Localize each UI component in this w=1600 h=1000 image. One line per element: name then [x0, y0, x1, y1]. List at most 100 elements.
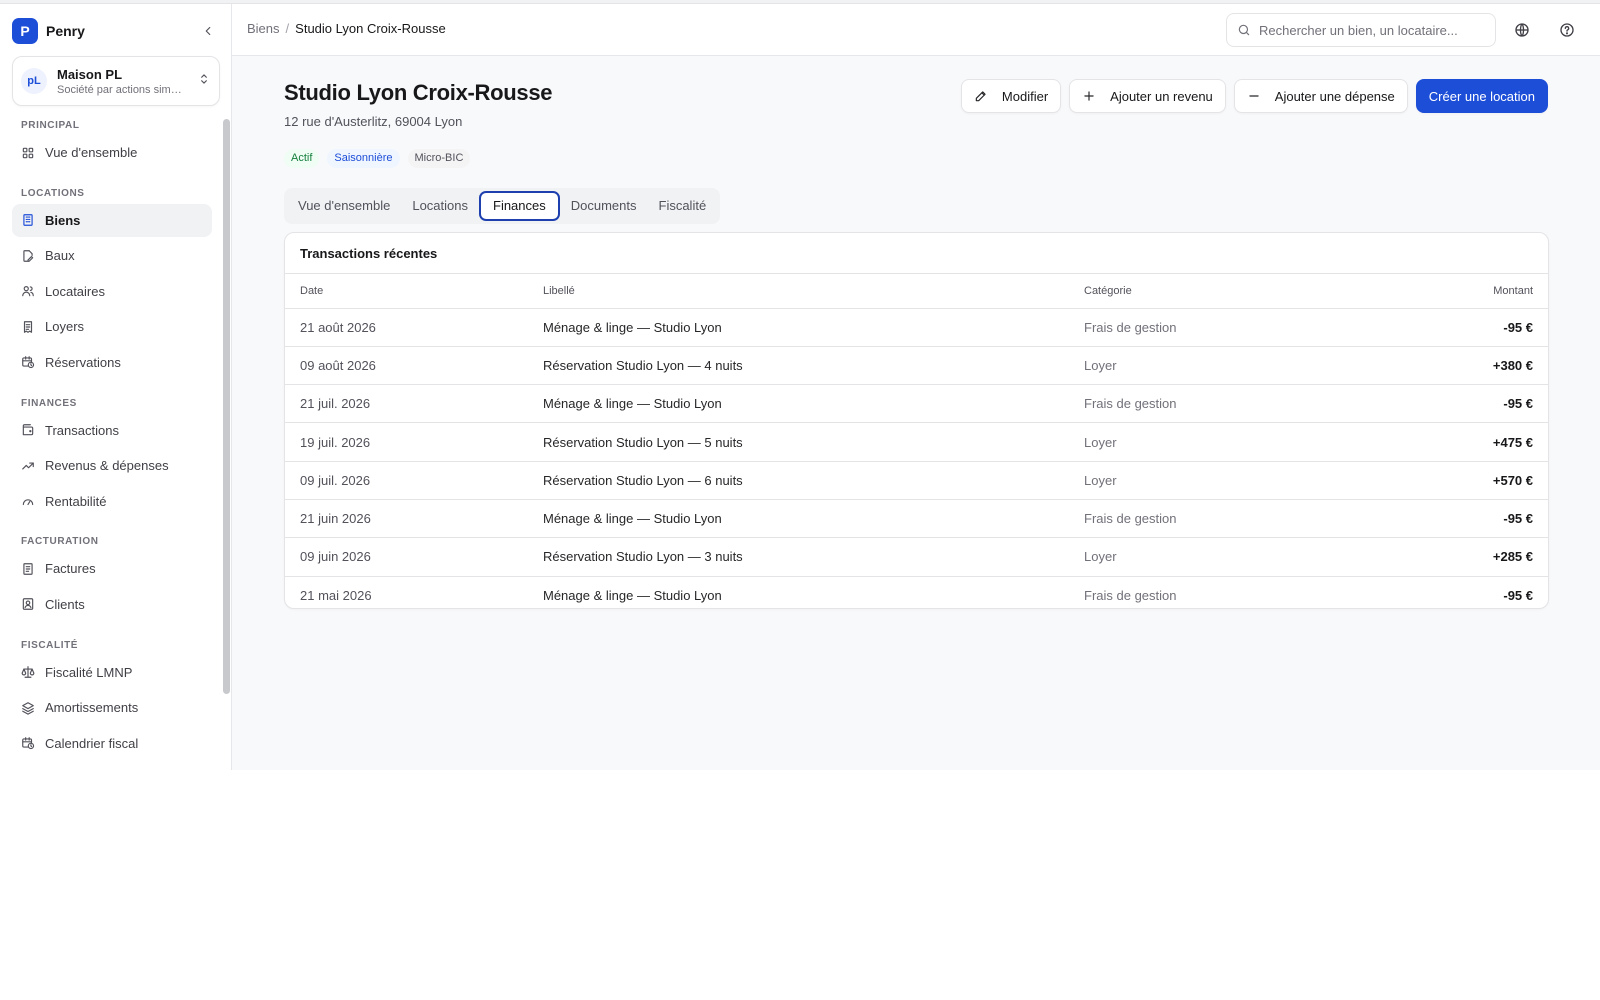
nav-section-title: FACTURATION [21, 536, 99, 548]
property-address: 12 rue d'Austerlitz, 69004 Lyon [284, 114, 463, 129]
brand-logo: P [12, 18, 38, 44]
nav-section-title: FISCALITÉ [21, 639, 79, 651]
sidebar-item-factures[interactable]: Factures [12, 552, 212, 585]
table-row[interactable]: 21 juin 2026 Ménage & linge — Studio Lyon… [285, 499, 1548, 539]
sidebar-item-rentabilite[interactable]: Rentabilité [12, 485, 212, 518]
sidebar-item-fiscalite-lmnp[interactable]: Fiscalité LMNP [12, 656, 212, 689]
sidebar-item-label: Revenus & dépenses [45, 458, 169, 474]
sidebar-item-baux[interactable]: Baux [12, 239, 212, 272]
breadcrumb: Biens / Studio Lyon Croix-Rousse [247, 21, 446, 36]
cell-amount: +570 € [1374, 461, 1548, 500]
plus-icon [1082, 89, 1096, 103]
org-name: Maison PL [57, 66, 123, 82]
sidebar-item-label: Rentabilité [45, 493, 107, 509]
sidebar-item-amortissements[interactable]: Amortissements [12, 691, 212, 724]
column-date: Date [285, 274, 543, 309]
cell-category: Loyer [1084, 346, 1375, 386]
status-badge: Actif [284, 149, 320, 168]
column-label: Libellé [543, 274, 1084, 309]
sidebar-item-label: Réservations [45, 354, 121, 370]
create-rental-label: Créer une location [1428, 88, 1535, 104]
page-title: Studio Lyon Croix-Rousse [284, 80, 553, 105]
cell-date: 09 juin 2026 [285, 537, 543, 577]
table-row[interactable]: 21 août 2026 Ménage & linge — Studio Lyon… [285, 308, 1548, 347]
sidebar-item-reservations[interactable]: Réservations [12, 346, 212, 379]
sidebar-item-label: Amortissements [45, 700, 139, 716]
tab-locations[interactable]: Locations [401, 191, 479, 221]
table-row[interactable]: 09 juil. 2026 Réservation Studio Lyon — 6… [285, 461, 1548, 500]
edit-button[interactable]: Modifier [960, 79, 1062, 113]
sidebar: P Penry pL Maison PL Société par actions… [0, 4, 232, 770]
breadcrumb-separator: / [285, 21, 290, 36]
edit-button-label: Modifier [1001, 88, 1049, 104]
sidebar-item-calendrier-fiscal[interactable]: Calendrier fiscal [12, 727, 212, 760]
cell-label: Ménage & linge — Studio Lyon [543, 587, 722, 603]
sidebar-item-label: Fiscalité LMNP [45, 664, 133, 680]
add-income-label: Ajouter un revenu [1110, 88, 1213, 104]
minus-icon [1247, 89, 1261, 103]
cell-category: Frais de gestion [1084, 587, 1177, 603]
property-badges: Actif Saisonnière Micro-BIC [284, 149, 471, 168]
cell-label: Réservation Studio Lyon — 6 nuits [543, 461, 1084, 500]
sidebar-item-loyers[interactable]: Loyers [12, 310, 212, 343]
org-subtitle: Société par actions sim… [57, 83, 182, 96]
language-button[interactable] [1512, 20, 1532, 40]
layers-icon [21, 701, 35, 715]
search-input[interactable] [1259, 22, 1489, 38]
sidebar-item-clients[interactable]: Clients [12, 588, 212, 621]
sidebar-item-vue-d-ensemble[interactable]: Vue d'ensemble [12, 136, 212, 169]
breadcrumb-parent-link[interactable]: Biens [247, 21, 280, 36]
globe-icon [1515, 23, 1529, 37]
property-tabs: Vue d'ensemble Locations Finances Documents… [284, 188, 721, 224]
sidebar-item-label: Vue d'ensemble [45, 145, 138, 160]
search-icon [1237, 23, 1251, 37]
organization-switcher[interactable]: pL Maison PL Société par actions sim… [12, 56, 220, 106]
chevrons-up-down-icon [197, 72, 211, 91]
table-row[interactable]: 21 juil. 2026 Ménage & linge — Studio Lyo… [285, 384, 1548, 424]
tab-finances[interactable]: Finances [479, 191, 560, 221]
transactions-title: Transactions récentes [285, 233, 1548, 274]
tab-fiscalite[interactable]: Fiscalité [648, 191, 718, 221]
breadcrumb-current: Studio Lyon Croix-Rousse [295, 21, 446, 36]
table-row[interactable]: 09 juin 2026 Réservation Studio Lyon — 3 … [285, 537, 1548, 577]
tab-vue-d-ensemble[interactable]: Vue d'ensemble [287, 191, 401, 221]
rental-type-badge: Saisonnière [327, 149, 400, 168]
help-button[interactable] [1557, 20, 1577, 40]
add-expense-label: Ajouter une dépense [1274, 88, 1395, 104]
nav-section-title: LOCATIONS [21, 187, 85, 199]
add-expense-button[interactable]: Ajouter une dépense [1233, 79, 1408, 113]
tab-documents[interactable]: Documents [560, 191, 648, 221]
building-icon [21, 213, 35, 227]
grid-icon [21, 146, 35, 160]
brand-name: Penry [46, 23, 85, 39]
gauge-icon [21, 494, 35, 508]
cell-amount: +475 € [1374, 422, 1548, 462]
sidebar-item-revenus-depenses[interactable]: Revenus & dépenses [12, 449, 212, 482]
sidebar-item-transactions[interactable]: Transactions [12, 414, 212, 447]
column-amount: Montant [1374, 274, 1548, 309]
cell-date: 09 juil. 2026 [285, 461, 543, 500]
create-rental-button[interactable]: Créer une location [1415, 79, 1548, 113]
add-income-button[interactable]: Ajouter un revenu [1069, 79, 1226, 113]
cell-date: 21 juil. 2026 [285, 384, 543, 424]
cell-category: Loyer [1084, 537, 1375, 577]
top-header: Biens / Studio Lyon Croix-Rousse [232, 4, 1600, 56]
table-row[interactable]: 21 mai 2026 Ménage & linge — Studio Lyon F… [285, 576, 1548, 608]
collapse-sidebar-button[interactable] [196, 19, 220, 43]
sidebar-item-biens[interactable]: Biens [12, 203, 212, 237]
sidebar-scrollbar[interactable] [223, 119, 230, 694]
sidebar-item-label: Baux [45, 248, 75, 264]
sidebar-item-label: Factures [45, 561, 96, 577]
table-row[interactable]: 09 août 2026 Réservation Studio Lyon — 4 … [285, 346, 1548, 386]
cell-amount: +285 € [1374, 537, 1548, 577]
sidebar-item-locataires[interactable]: Locataires [12, 275, 212, 308]
chevron-left-icon [205, 26, 211, 36]
calendar-clock-icon [21, 355, 35, 369]
table-row[interactable]: 19 juil. 2026 Réservation Studio Lyon — 5… [285, 422, 1548, 462]
cell-date: 21 mai 2026 [300, 587, 372, 603]
search-box[interactable] [1226, 13, 1496, 47]
cell-date: 21 août 2026 [285, 308, 543, 347]
